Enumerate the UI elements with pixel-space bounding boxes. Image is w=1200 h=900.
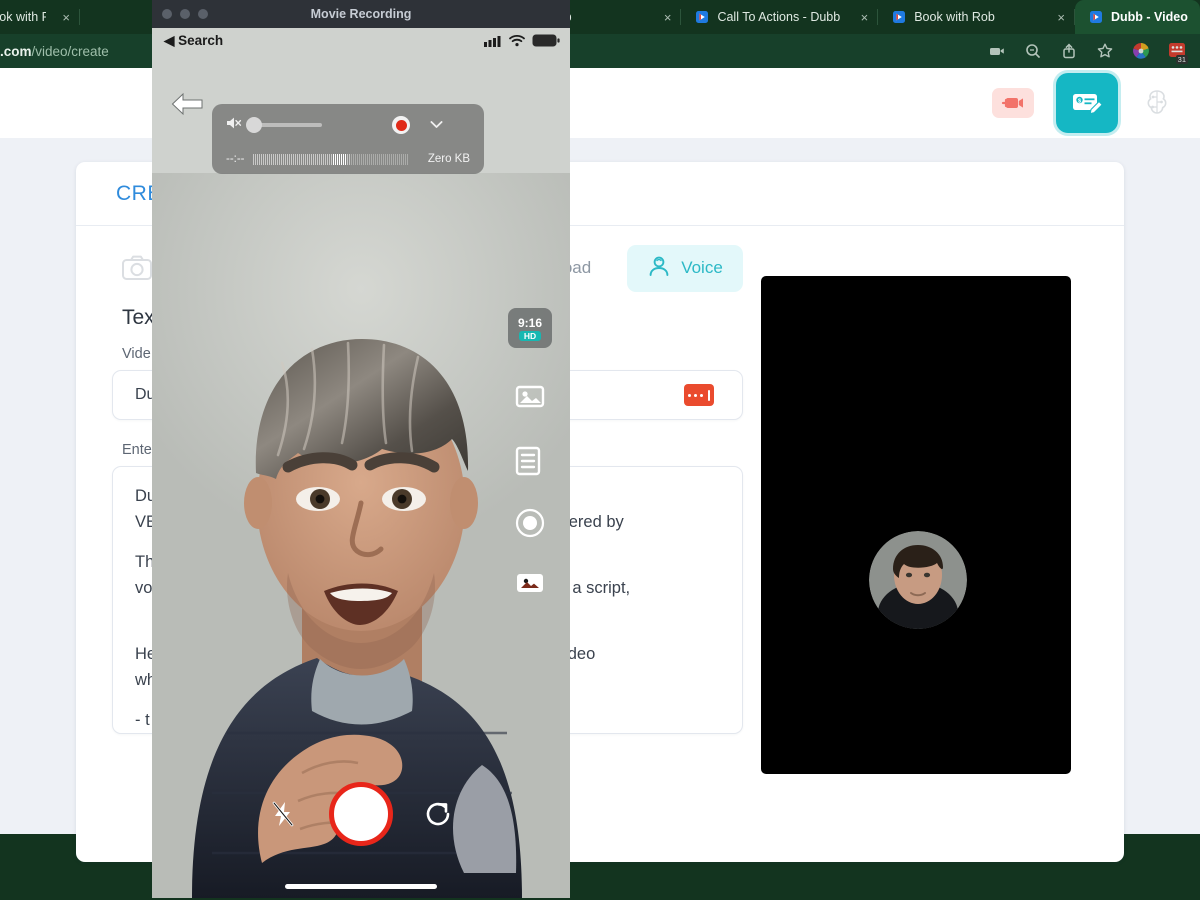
bookmark-star-icon[interactable] <box>1096 42 1114 60</box>
url-domain: .com <box>0 43 32 59</box>
browser-tab-active[interactable]: Dubb - Video Con <box>1074 0 1200 34</box>
mute-icon[interactable] <box>226 116 242 135</box>
minimize-button <box>180 9 190 19</box>
volume-slider-knob[interactable] <box>246 117 262 133</box>
record-button[interactable] <box>392 116 410 134</box>
dubb-favicon <box>1089 10 1103 24</box>
back-arrow-icon[interactable] <box>170 90 204 118</box>
flash-off-icon[interactable] <box>270 800 296 828</box>
quicktime-movie-recording-window: Movie Recording ◀ Search --:-- Zero KB 9… <box>152 0 570 898</box>
video-preview[interactable] <box>760 276 1071 774</box>
cellular-signal-icon <box>484 34 502 52</box>
close-button <box>162 9 172 19</box>
toolbar-icon-group: 31 <box>988 42 1200 64</box>
browser-tab[interactable]: Book with R × <box>0 0 80 34</box>
window-traffic-lights[interactable] <box>162 9 208 19</box>
tab-voice[interactable]: Voice <box>627 244 743 292</box>
screenshot-root: Book with R × - Dubb × Call To Actions -… <box>0 0 1200 900</box>
file-size: Zero KB <box>427 153 470 165</box>
timecode: --:-- <box>226 153 245 165</box>
record-dot-icon[interactable] <box>515 508 545 538</box>
quicktime-controls: --:-- Zero KB <box>212 104 484 174</box>
recording-dots-badge[interactable] <box>683 384 714 406</box>
script-editor-icon[interactable]: $ <box>1056 73 1118 133</box>
quicktime-titlebar[interactable]: Movie Recording <box>152 0 570 28</box>
controls-bottom-row: --:-- Zero KB <box>212 146 484 172</box>
script-line: - t <box>135 711 150 729</box>
battery-icon <box>532 34 560 52</box>
url-path: /video/create <box>31 43 109 59</box>
camera-bottom-bar <box>152 768 570 898</box>
dubb-favicon <box>892 10 906 24</box>
volume-slider[interactable] <box>246 117 322 133</box>
controls-top-row <box>212 104 484 146</box>
calendar-badge-count: 31 <box>1175 55 1188 64</box>
camera-flip-icon[interactable] <box>424 800 452 828</box>
camera-rail: 9:16 HD <box>508 308 552 596</box>
tab-title: Book with Rob <box>914 10 995 24</box>
dubb-favicon <box>695 10 709 24</box>
audio-level-meter <box>252 153 420 165</box>
chevron-down-icon[interactable] <box>430 116 443 134</box>
add-video-icon[interactable] <box>992 88 1034 118</box>
tab-title: Dubb - Video Con <box>1110 10 1190 24</box>
camera-feed: 9:16 HD <box>152 173 570 898</box>
maximize-button <box>198 9 208 19</box>
tab-close-icon[interactable]: × <box>62 11 70 24</box>
quicktime-body: ◀ Search --:-- Zero KB 9:16 HD <box>152 28 570 898</box>
phone-status-bar <box>484 34 560 52</box>
zoom-search-icon[interactable] <box>1024 42 1042 60</box>
aspect-ratio-label: 9:16 <box>517 315 543 330</box>
background-image-icon[interactable] <box>515 384 545 410</box>
shutter-record-button[interactable] <box>329 782 393 846</box>
share-icon[interactable] <box>1060 42 1078 60</box>
avatar <box>868 531 967 629</box>
tab-title: Call To Actions - Dubb <box>717 10 841 24</box>
window-title: Movie Recording <box>310 7 412 21</box>
tab-close-icon[interactable]: × <box>664 11 672 24</box>
home-indicator <box>285 884 437 889</box>
tab-close-icon[interactable]: × <box>1057 11 1065 24</box>
color-wheel-extension-icon[interactable] <box>1132 42 1150 60</box>
script-line: vo <box>135 579 153 597</box>
browser-tab[interactable]: Book with Rob × <box>878 0 1075 34</box>
hd-badge: HD <box>518 330 542 341</box>
wifi-icon <box>509 34 525 52</box>
preview-column <box>743 242 1088 774</box>
ai-brain-icon[interactable] <box>1140 86 1174 120</box>
browser-tab[interactable]: Call To Actions - Dubb × <box>681 0 879 34</box>
media-folder-icon[interactable] <box>515 570 545 596</box>
tab-title: Book with R <box>0 10 47 24</box>
teleprompter-icon[interactable] <box>515 446 545 476</box>
aspect-ratio-chip[interactable]: 9:16 HD <box>508 308 552 348</box>
camera-icon[interactable] <box>122 255 152 281</box>
tab-close-icon[interactable]: × <box>861 11 869 24</box>
tab-separator <box>79 9 80 25</box>
calendar-extension-icon[interactable]: 31 <box>1168 42 1188 64</box>
person-voice-icon <box>647 255 671 282</box>
search-back-label[interactable]: ◀ Search <box>164 33 223 49</box>
video-camera-icon[interactable] <box>988 42 1006 60</box>
tab-voice-label: Voice <box>681 258 723 277</box>
